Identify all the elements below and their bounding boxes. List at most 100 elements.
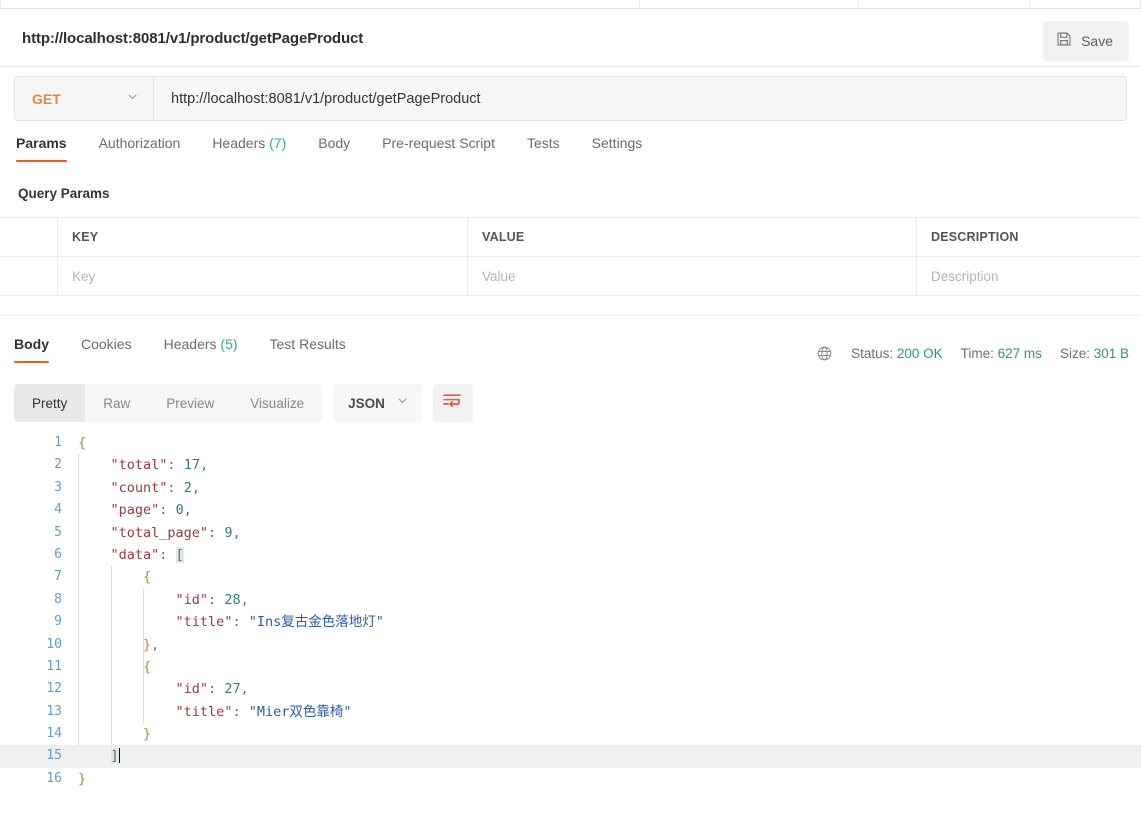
request-tab-pre-request-script[interactable]: Pre-request Script	[366, 135, 511, 162]
globe-icon[interactable]	[816, 345, 833, 362]
tab-strip-remnant	[0, 0, 1141, 9]
code-line[interactable]: 2 "total": 17,	[0, 454, 1141, 476]
method-selector[interactable]: GET	[15, 77, 154, 120]
line-content: ]	[78, 745, 121, 767]
view-mode-switch: Pretty Raw Preview Visualize	[14, 384, 323, 422]
tab-label: Headers	[212, 135, 266, 151]
code-line[interactable]: 7{	[0, 566, 1141, 588]
word-wrap-icon	[443, 393, 462, 414]
key-input[interactable]: Key	[58, 257, 468, 295]
response-tab-cookies[interactable]: Cookies	[65, 336, 148, 363]
line-content: "total": 17,	[78, 454, 209, 476]
url-bar: GET	[14, 76, 1127, 121]
line-number: 14	[46, 726, 62, 742]
code-line[interactable]: 16}	[0, 768, 1141, 790]
line-number: 10	[46, 636, 62, 652]
token-k: "title"	[175, 703, 233, 720]
token-p: :	[167, 457, 184, 474]
row-checkbox-cell[interactable]	[0, 257, 58, 295]
save-button[interactable]: Save	[1043, 21, 1129, 61]
token-p: ,	[240, 591, 249, 608]
response-body-viewer[interactable]: 1{2 "total": 17, 3 "count": 2, 4 "page": 0, 5 "…	[0, 432, 1141, 817]
request-tab-headers[interactable]: Headers (7)	[196, 135, 302, 162]
request-tab-settings[interactable]: Settings	[576, 135, 659, 162]
url-input[interactable]	[154, 77, 1126, 120]
line-number: 7	[54, 569, 62, 585]
line-content: "total_page": 9,	[78, 522, 241, 544]
api-client-window: http://localhost:8081/v1/product/getPage…	[0, 0, 1141, 817]
tab-label: Test Results	[269, 336, 346, 352]
code-line[interactable]: 15]	[0, 745, 1141, 768]
code-line[interactable]: 10},	[0, 634, 1141, 656]
token-br: }	[143, 726, 152, 743]
token-k: "data"	[110, 546, 160, 563]
token-br: {	[143, 569, 152, 586]
code-line[interactable]: 11 {	[0, 656, 1141, 678]
line-content: "id": 28,	[78, 589, 249, 611]
line-number: 1	[54, 435, 62, 450]
code-line[interactable]: 12 "id": 27,	[0, 678, 1141, 700]
request-tab-params[interactable]: Params	[16, 135, 83, 162]
code-line[interactable]: 3 "count": 2,	[0, 477, 1141, 499]
value-input[interactable]: Value	[468, 257, 917, 295]
line-number: 16	[46, 770, 62, 786]
page-title: http://localhost:8081/v1/product/getPage…	[22, 30, 364, 47]
view-mode-preview[interactable]: Preview	[148, 384, 232, 422]
line-number: 4	[54, 502, 62, 518]
word-wrap-button[interactable]	[432, 384, 473, 422]
code-line[interactable]: 14}	[0, 723, 1141, 745]
view-mode-raw[interactable]: Raw	[85, 384, 148, 422]
tab-label: Body	[14, 336, 49, 352]
tab-label: Headers	[163, 336, 217, 352]
line-content: "data": [	[78, 544, 184, 566]
request-tab-body[interactable]: Body	[302, 135, 366, 162]
table-bottom-spacer	[0, 296, 1141, 316]
code-line[interactable]: 13 "title": "Mier双色靠椅"	[0, 701, 1141, 723]
code-line[interactable]: 9 "title": "Ins复古金色落地灯"	[0, 611, 1141, 633]
token-p: ,	[199, 457, 209, 474]
tab-label: Params	[16, 135, 67, 151]
request-tab-tests[interactable]: Tests	[511, 135, 576, 162]
tab-label: Body	[318, 135, 351, 151]
line-content: "id": 27,	[78, 678, 249, 700]
line-content: "count": 2,	[78, 477, 200, 499]
response-tab-headers[interactable]: Headers (5)	[148, 336, 254, 363]
token-k: "id"	[175, 591, 209, 608]
view-mode-pretty[interactable]: Pretty	[14, 384, 86, 422]
line-content: {	[78, 656, 151, 678]
token-p: :	[208, 591, 225, 608]
format-selector[interactable]: JSON	[333, 384, 422, 422]
table-header-row: KEY VALUE DESCRIPTION	[0, 218, 1141, 257]
line-content: }	[78, 723, 151, 745]
text-cursor	[118, 748, 121, 764]
line-content: {	[78, 432, 86, 454]
code-line[interactable]: 1{	[0, 432, 1141, 454]
line-number: 5	[54, 524, 62, 540]
token-p: ,	[240, 681, 249, 698]
tab-label: Settings	[591, 135, 643, 151]
token-s: "Ins复古金色落地灯"	[248, 614, 384, 631]
line-content: "title": "Ins复古金色落地灯"	[78, 611, 384, 633]
code-line[interactable]: 8 "id": 28,	[0, 589, 1141, 611]
description-input[interactable]: Description	[917, 257, 1141, 295]
code-line[interactable]: 6 "data": [	[0, 544, 1141, 566]
code-line[interactable]: 4 "page": 0,	[0, 499, 1141, 521]
table-row[interactable]: Key Value Description	[0, 257, 1141, 296]
token-br: }	[143, 636, 152, 653]
token-br: }	[78, 770, 87, 787]
token-k: "count"	[110, 479, 168, 496]
tab-count-badge: (5)	[216, 336, 238, 352]
tab-label: Cookies	[81, 336, 132, 352]
line-number: 13	[46, 703, 62, 719]
line-number: 11	[46, 658, 62, 674]
response-tab-test-results[interactable]: Test Results	[254, 336, 362, 363]
token-n: 28	[224, 591, 241, 608]
view-mode-visualize[interactable]: Visualize	[232, 384, 322, 422]
code-line[interactable]: 5 "total_page": 9,	[0, 522, 1141, 544]
chevron-down-icon	[126, 90, 139, 108]
response-tab-body[interactable]: Body	[14, 336, 65, 363]
token-br: {	[78, 435, 87, 451]
token-brhl: [	[175, 546, 184, 563]
tab-label: Tests	[526, 135, 560, 151]
request-tab-authorization[interactable]: Authorization	[83, 135, 197, 162]
